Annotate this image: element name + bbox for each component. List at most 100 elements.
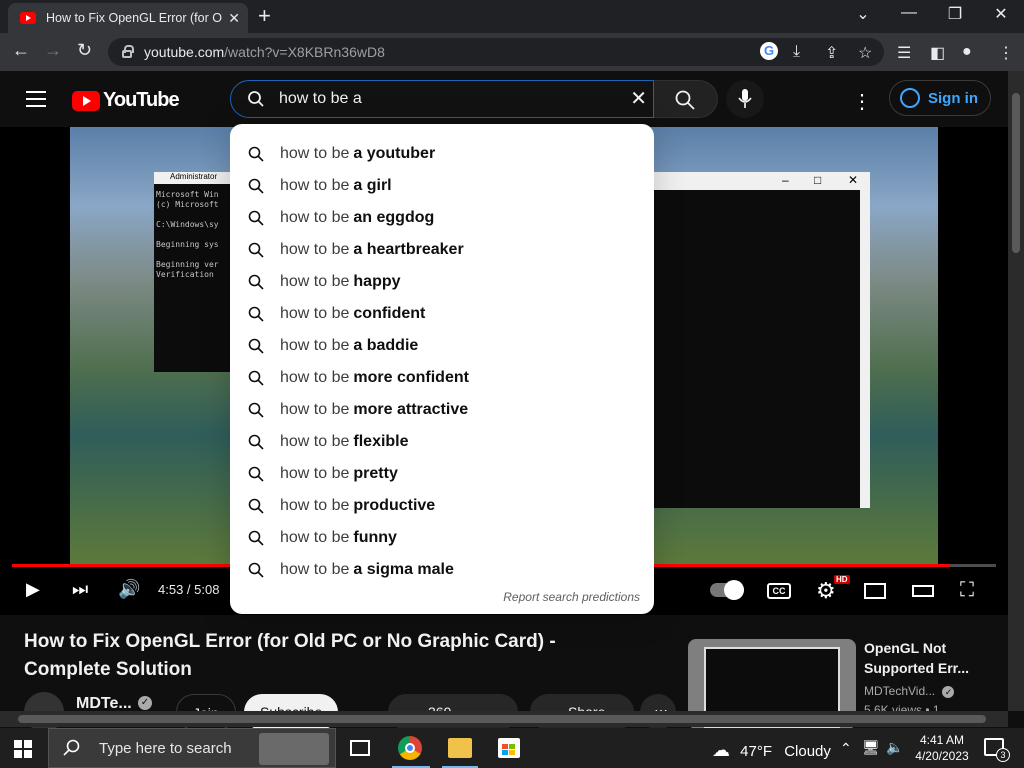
new-tab-button[interactable]: + — [258, 5, 271, 27]
windows-start-icon[interactable] — [14, 740, 32, 758]
sign-in-button[interactable]: Sign in — [889, 80, 991, 116]
tab-close-icon[interactable]: ✕ — [228, 10, 240, 27]
captions-icon[interactable]: CC — [767, 583, 791, 599]
file-explorer-icon[interactable] — [448, 738, 472, 758]
suggestion-item[interactable]: how to be more attractive — [230, 394, 654, 426]
tab-search-icon[interactable]: ⌄ — [840, 4, 886, 24]
search-icon — [248, 242, 264, 258]
suggestion-prefix: how to be — [280, 273, 350, 290]
horizontal-scrollbar[interactable] — [0, 711, 1008, 727]
suggestion-item[interactable]: how to be a girl — [230, 170, 654, 202]
cloud-icon: ☁ — [712, 740, 730, 760]
suggestion-item[interactable]: how to be happy — [230, 266, 654, 298]
voice-search-button[interactable] — [726, 80, 764, 118]
browser-tab[interactable]: How to Fix OpenGL Error (for Old ✕ — [8, 3, 248, 33]
speaker-icon[interactable]: 🔈 — [886, 739, 903, 756]
suggestion-item[interactable]: how to be an eggdog — [230, 202, 654, 234]
suggestion-prefix: how to be — [280, 401, 350, 418]
dialog-close-icon: ✕ — [848, 173, 859, 187]
suggestion-item[interactable]: how to be confident — [230, 298, 654, 330]
fullscreen-icon[interactable]: ⛶ — [960, 579, 974, 602]
lock-icon[interactable] — [122, 45, 134, 58]
report-predictions-link[interactable]: Report search predictions — [503, 590, 640, 604]
weather-widget[interactable]: ☁ 47°F Cloudy — [712, 740, 831, 761]
settings-more-icon[interactable]: ⋮ — [852, 89, 872, 114]
vertical-scrollbar[interactable] — [1008, 71, 1024, 711]
suggestion-item[interactable]: how to be a sigma male — [230, 554, 654, 586]
taskbar-search-box[interactable]: Type here to search — [48, 728, 336, 768]
suggestion-completion: an eggdog — [353, 209, 435, 226]
video-title: How to Fix OpenGL Error (for Old PC or N… — [24, 631, 556, 680]
suggestion-prefix: how to be — [280, 433, 350, 450]
search-icon — [248, 562, 264, 578]
task-view-icon[interactable] — [350, 740, 370, 756]
next-icon[interactable]: ⏭ — [72, 579, 88, 600]
youtube-logo[interactable]: YouTube — [72, 89, 180, 112]
side-panel-icon[interactable]: ◧ — [930, 43, 945, 63]
network-icon[interactable]: 🖥 — [862, 739, 880, 756]
close-window-button[interactable]: ✕ — [978, 4, 1024, 24]
theater-mode-icon[interactable] — [912, 585, 934, 597]
microsoft-store-icon[interactable] — [498, 738, 520, 758]
browser-toolbar: ← → ↻ youtube.com/watch?v=X8KBRn36wD8 G … — [0, 33, 1024, 71]
recommended-title[interactable]: OpenGL Not Supported Err... — [864, 638, 1004, 678]
dialog-controls: – □ ✕ — [770, 172, 870, 190]
profile-icon[interactable]: ● — [962, 43, 972, 61]
suggestion-prefix: how to be — [280, 241, 350, 258]
suggestion-prefix: how to be — [280, 497, 350, 514]
search-suggestions: how to be a youtuber how to be a girl how to… — [230, 124, 654, 614]
browser-menu-icon[interactable]: ⋮ — [998, 43, 1014, 63]
suggestion-item[interactable]: how to be a youtuber — [230, 138, 654, 170]
settings-gear-icon[interactable]: ⚙ — [816, 578, 836, 604]
minimize-button[interactable]: — — [886, 4, 932, 22]
suggestion-item[interactable]: how to be a baddie — [230, 330, 654, 362]
system-clock[interactable]: 4:41 AM 4/20/2023 — [912, 732, 972, 764]
suggestion-prefix: how to be — [280, 465, 350, 482]
chrome-icon[interactable] — [398, 736, 422, 760]
suggestion-item[interactable]: how to be pretty — [230, 458, 654, 490]
search-box[interactable]: ✕ — [230, 80, 654, 118]
restore-button[interactable]: ❐ — [932, 4, 978, 24]
search-button[interactable] — [654, 80, 718, 118]
forward-button[interactable]: → — [44, 40, 62, 61]
dialog-minimize-icon: – — [782, 173, 789, 187]
search-icon — [248, 306, 264, 322]
search-icon — [248, 178, 264, 194]
suggestion-completion: a girl — [353, 177, 392, 194]
miniplayer-icon[interactable] — [864, 583, 886, 599]
bookmark-star-icon[interactable]: ☆ — [858, 43, 872, 63]
clear-search-icon[interactable]: ✕ — [630, 89, 647, 109]
volume-icon[interactable]: 🔊 — [118, 579, 140, 600]
url-text: youtube.com/watch?v=X8KBRn36wD8 — [144, 44, 385, 60]
reading-list-icon[interactable]: ☰ — [897, 43, 911, 63]
suggestion-item[interactable]: how to be flexible — [230, 426, 654, 458]
menu-icon[interactable] — [26, 91, 46, 107]
suggestion-item[interactable]: how to be funny — [230, 522, 654, 554]
youtube-masthead: YouTube ✕ ⋮ Sign in — [0, 71, 1008, 127]
tab-title: How to Fix OpenGL Error (for Old — [46, 11, 223, 25]
autoplay-toggle[interactable] — [710, 580, 744, 600]
search-highlights-image — [259, 733, 329, 765]
suggestion-completion: a heartbreaker — [353, 241, 464, 258]
youtube-favicon-icon — [20, 12, 36, 24]
share-icon[interactable]: ⇪ — [825, 43, 838, 63]
reload-button[interactable]: ↻ — [77, 40, 92, 61]
google-lens-icon[interactable]: G — [760, 42, 778, 60]
back-button[interactable]: ← — [12, 40, 30, 61]
suggestion-item[interactable]: how to be productive — [230, 490, 654, 522]
chevron-up-icon[interactable]: ⌃ — [840, 740, 852, 757]
suggestion-prefix: how to be — [280, 561, 350, 578]
suggestion-completion: flexible — [353, 433, 409, 450]
suggestion-prefix: how to be — [280, 305, 350, 322]
search-icon — [248, 530, 264, 546]
search-input[interactable] — [279, 90, 619, 108]
install-app-icon[interactable]: ⤓ — [793, 43, 800, 61]
suggestion-item[interactable]: how to be a heartbreaker — [230, 234, 654, 266]
suggestion-item[interactable]: how to be more confident — [230, 362, 654, 394]
youtube-logo-icon — [72, 90, 100, 111]
verified-icon: ✓ — [942, 686, 955, 698]
verified-icon: ✓ — [138, 696, 152, 710]
search-icon — [248, 274, 264, 290]
play-icon[interactable]: ▶ — [26, 579, 40, 600]
taskbar: Type here to search ☁ 47°F Cloudy ⌃ 🖥 🔈 … — [0, 728, 1024, 768]
